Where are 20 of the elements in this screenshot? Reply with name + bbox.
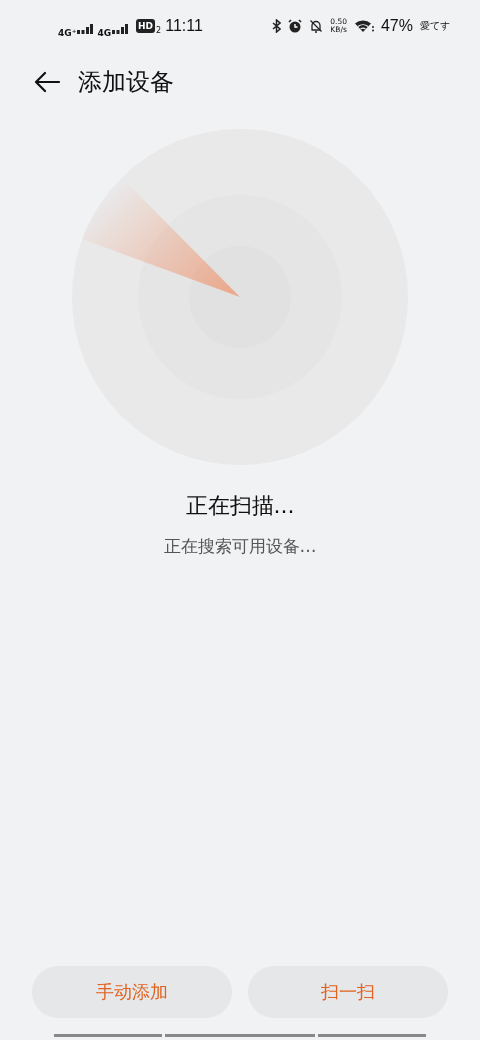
back-button[interactable] [32,69,62,95]
back-arrow-icon [34,71,60,93]
battery-level: 47% [380,17,413,35]
carrier-note: 愛てす [420,19,450,33]
network-label: 4G [97,28,112,38]
page-title: 添加设备 [78,67,174,98]
bluetooth-icon [272,19,282,33]
hd-index: 2 [156,25,162,35]
signal-icon [112,24,129,34]
alarm-icon [288,19,303,33]
muted-bell-icon [309,19,324,33]
hd-badge: HD [136,19,156,33]
manual-add-button[interactable]: 手动添加 [32,966,232,1018]
scan-status-text: 正在搜索可用设备… [163,535,317,558]
clock: 11:11 [165,17,203,35]
scan-button[interactable]: 扫一扫 [248,966,448,1018]
scan-status-title: 正在扫描... [185,492,295,520]
network-label: 4G⁺ [58,28,77,38]
signal-icon [77,24,94,34]
wifi-icon [353,19,374,33]
